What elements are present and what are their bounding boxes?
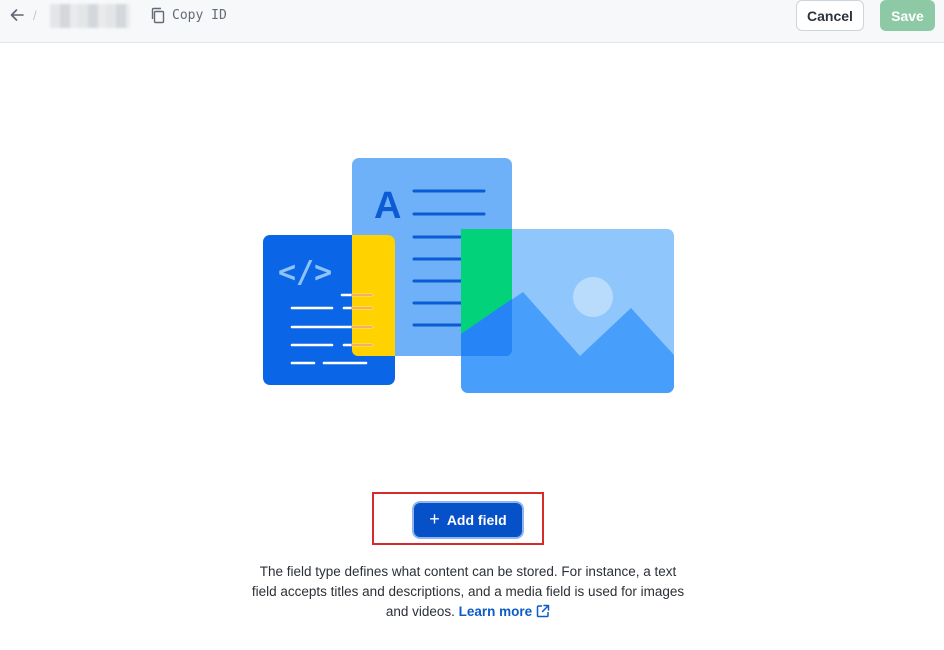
image-media-illustration (461, 229, 674, 393)
svg-text:</>: </> (278, 255, 332, 290)
learn-more-label: Learn more (458, 604, 533, 619)
learn-more-link[interactable]: Learn more (459, 604, 551, 619)
add-field-label: Add field (446, 512, 507, 528)
svg-text:A: A (374, 185, 401, 227)
external-link-icon (536, 604, 550, 618)
content-types-illustration: A </> (263, 158, 674, 393)
code-document-illustration: </> (263, 235, 395, 385)
field-type-description: The field type defines what content can … (248, 562, 688, 622)
add-field-button[interactable]: + Add field (414, 503, 522, 537)
plus-icon: + (429, 509, 440, 529)
